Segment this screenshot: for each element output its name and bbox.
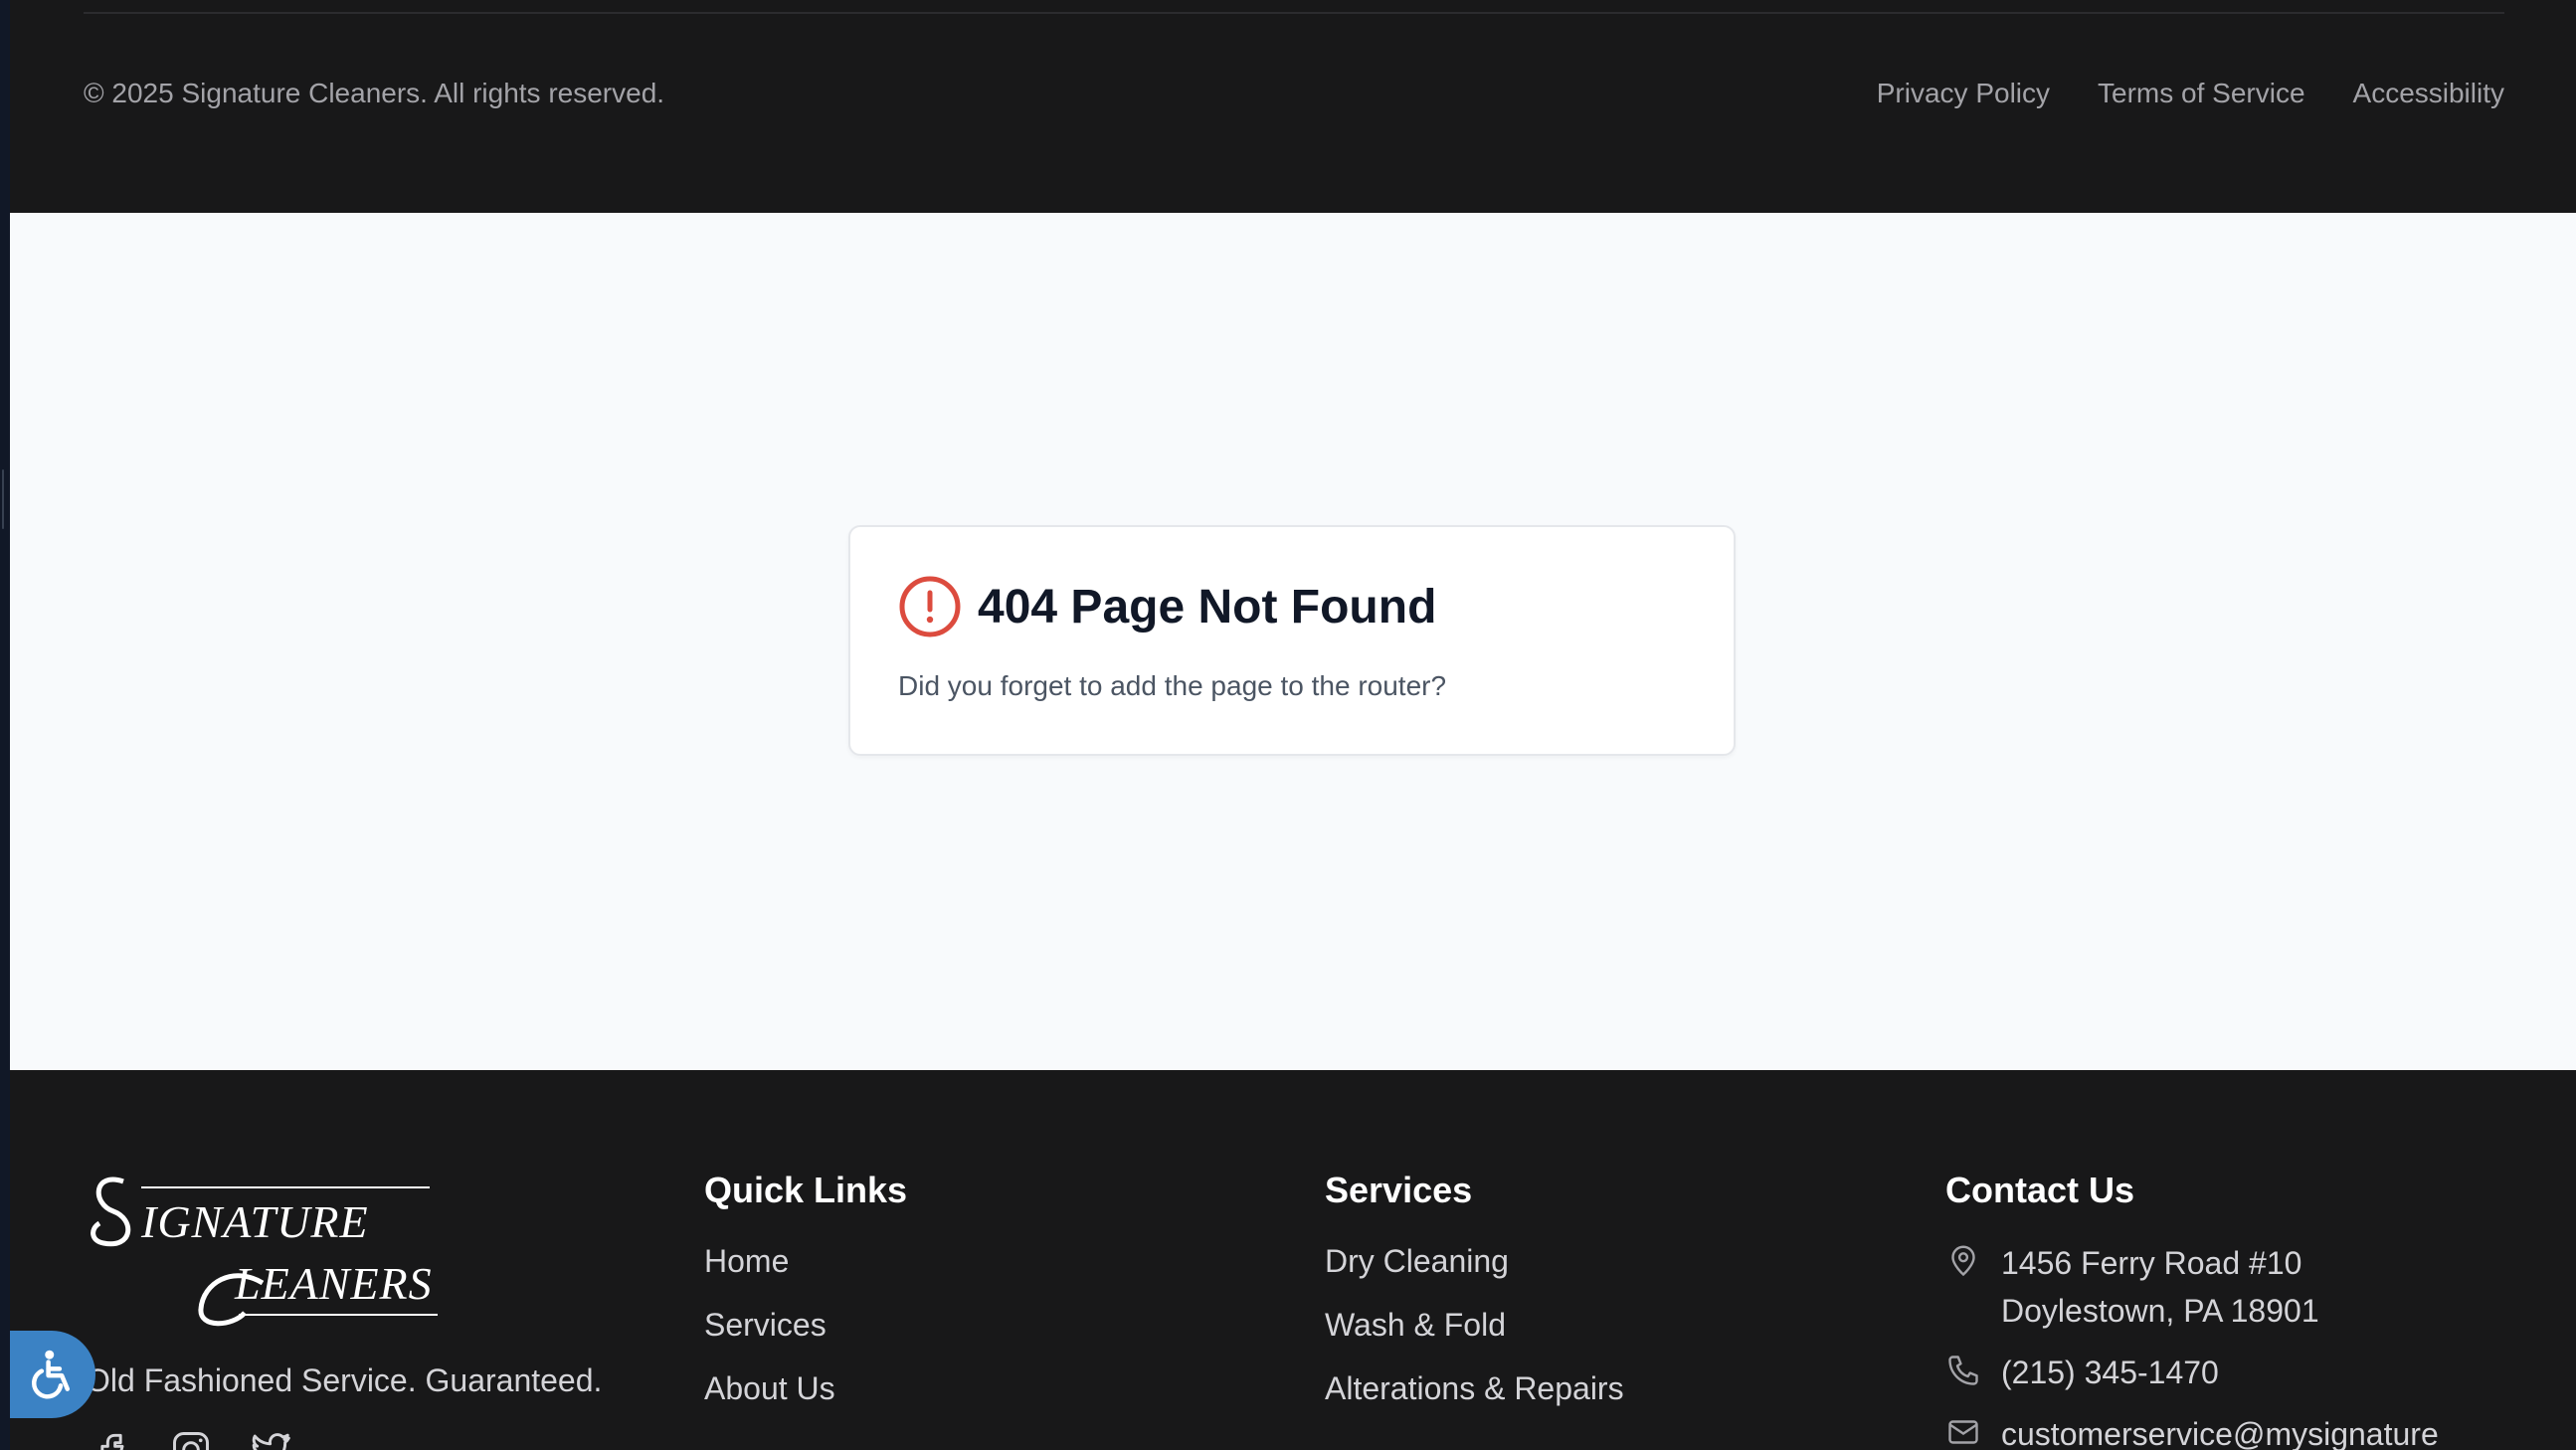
services-heading: Services [1325,1170,1473,1210]
footer-link-about-us[interactable]: About Us [704,1366,907,1430]
phone-row: (215) 345-1470 [1945,1349,2439,1396]
copyright-text: © 2025 Signature Cleaners. All rights re… [84,78,665,108]
email-address[interactable]: customerservice@mysignature [2001,1410,2439,1450]
phone-icon [1948,1356,1978,1385]
email-row: customerservice@mysignature [1945,1410,2439,1450]
svg-text:IGNATURE: IGNATURE [140,1196,369,1247]
signature-cleaners-logo[interactable]: IGNATURE LEANERS [84,1164,442,1333]
quick-links-column: Quick Links Home Services About Us [704,1170,907,1430]
services-column: Services Dry Cleaning Wash & Fold Altera… [1325,1170,1624,1430]
privacy-policy-link[interactable]: Privacy Policy [1877,78,2050,109]
footer-link-wash-fold[interactable]: Wash & Fold [1325,1303,1624,1366]
instagram-icon[interactable] [169,1428,213,1450]
accessibility-link[interactable]: Accessibility [2353,78,2504,109]
twitter-icon[interactable] [249,1428,292,1450]
address-line-1: 1456 Ferry Road #10 [2001,1245,2302,1281]
footer-link-dry-cleaning[interactable]: Dry Cleaning [1325,1239,1624,1303]
tagline: Old Fashioned Service. Guaranteed. [86,1362,603,1398]
quick-links-heading: Quick Links [704,1170,908,1210]
footer-bottom-bar: © 2025 Signature Cleaners. All rights re… [10,0,2576,213]
footer-link-services[interactable]: Services [704,1303,907,1366]
mail-icon [1948,1420,1978,1444]
footer-link-alterations[interactable]: Alterations & Repairs [1325,1366,1624,1430]
card-header: 404 Page Not Found [898,575,1436,638]
facebook-icon[interactable] [90,1428,133,1450]
terms-of-service-link[interactable]: Terms of Service [2098,78,2305,109]
phone-number[interactable]: (215) 345-1470 [2001,1349,2219,1396]
wheelchair-icon [31,1350,70,1399]
resize-handle[interactable] [2,469,4,529]
map-pin-icon [1951,1245,1975,1277]
page: © 2025 Signature Cleaners. All rights re… [10,0,2576,1450]
social-links [90,1428,292,1450]
error-message: Did you forget to add the page to the ro… [898,670,1447,701]
page-title: 404 Page Not Found [978,580,1437,634]
legal-links: Privacy Policy Terms of Service Accessib… [1877,78,2504,109]
address-line-2: Doylestown, PA 18901 [2001,1293,2319,1329]
contact-column: Contact Us 1456 Ferry Road #10 Doylestow… [1945,1170,2439,1450]
address-row: 1456 Ferry Road #10 Doylestown, PA 18901 [1945,1239,2439,1335]
site-footer: IGNATURE LEANERS Old Fashioned Service. … [10,1070,2576,1450]
not-found-card: 404 Page Not Found Did you forget to add… [848,525,1736,756]
contact-heading: Contact Us [1945,1170,2135,1210]
alert-circle-icon [899,576,961,637]
accessibility-widget-button[interactable] [10,1331,95,1418]
svg-text:LEANERS: LEANERS [234,1258,433,1309]
footer-link-home[interactable]: Home [704,1239,907,1303]
window-edge [0,0,10,1450]
main-content: 404 Page Not Found Did you forget to add… [10,213,2576,1070]
divider [84,12,2504,14]
